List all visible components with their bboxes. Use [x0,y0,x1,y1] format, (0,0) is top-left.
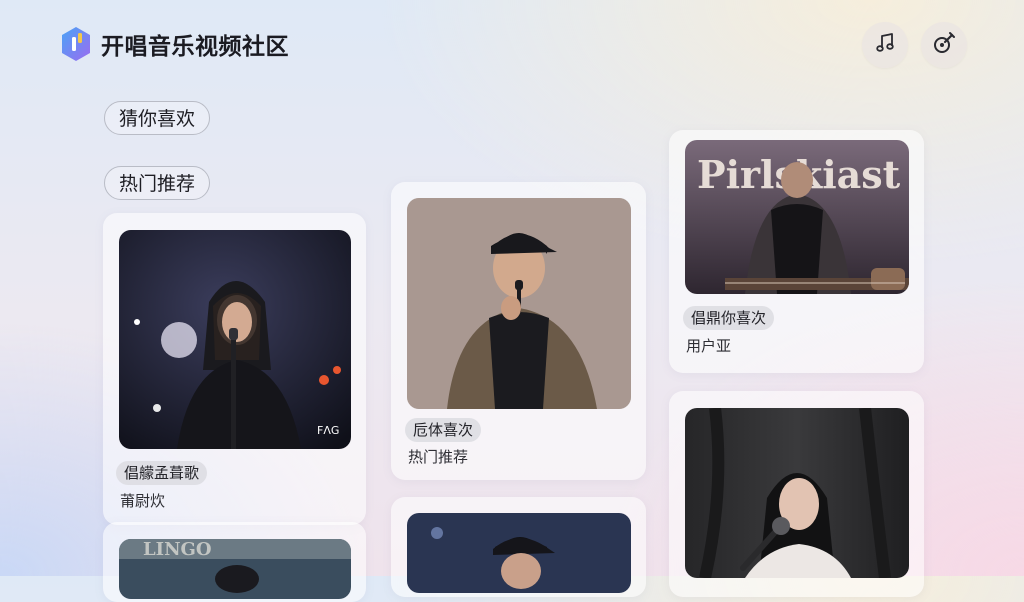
guitar-edit-icon [932,31,956,59]
video-card[interactable] [391,497,646,597]
svg-text:ϜΛG: ϜΛG [317,424,339,437]
video-card[interactable]: LINGO [103,522,366,602]
video-thumbnail[interactable] [407,198,631,409]
video-thumbnail[interactable] [685,408,909,578]
video-tag: 倡鼎你喜次 [683,306,775,330]
app-brand: 开唱音乐视频社区 [60,24,289,64]
video-caption: 热门推荐 [408,448,469,466]
video-thumbnail[interactable]: ϜΛG [119,230,351,449]
app-logo-icon [60,26,92,62]
video-caption: 用户亚 [686,337,732,355]
music-note-icon [874,32,896,58]
app-title: 开唱音乐视频社区 [101,34,289,60]
video-card[interactable]: 卮体喜次 热门推荐 [391,182,646,480]
category-guess-you-like[interactable]: 猜你喜欢 [104,101,211,135]
music-button[interactable] [862,22,908,68]
svg-text:LINGO: LINGO [143,539,212,560]
video-thumbnail[interactable]: Pirlskiast [685,140,909,294]
edit-button[interactable] [921,22,967,68]
video-card[interactable]: ϜΛG 倡艨孟葺歌 莆尉炊 [103,213,366,525]
video-tag: 卮体喜次 [405,418,482,442]
video-thumbnail[interactable] [407,513,631,593]
video-caption: 莆尉炊 [120,492,166,510]
category-hot-recommend[interactable]: 热门推荐 [104,166,211,200]
video-thumbnail[interactable]: LINGO [119,539,351,599]
video-card[interactable] [669,391,924,597]
video-tag: 倡艨孟葺歌 [116,461,208,485]
video-card[interactable]: Pirlskiast 倡鼎你喜次 用户亚 [669,130,924,373]
